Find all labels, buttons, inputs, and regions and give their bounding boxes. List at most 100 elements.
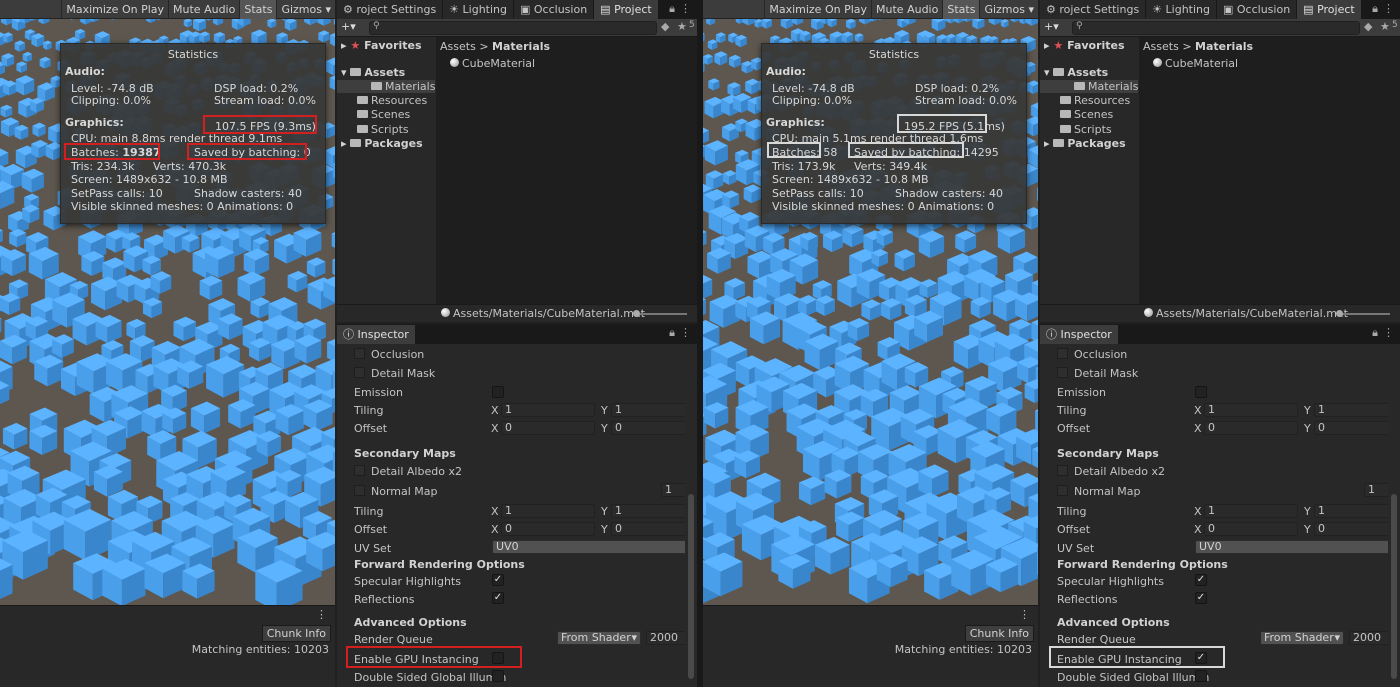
normal-map-slot[interactable]: Normal Map	[1057, 485, 1141, 498]
breadcrumb-assets[interactable]: Assets	[440, 40, 476, 53]
favorites-item[interactable]: ▸ ★ Favorites	[1044, 39, 1125, 52]
tiling-x-field[interactable]: 1	[1204, 403, 1298, 417]
emission-checkbox[interactable]	[492, 386, 504, 398]
uv-set-label: UV Set	[1057, 542, 1095, 555]
folder-item-scenes[interactable]: Scenes	[1060, 108, 1113, 121]
chunk-info-button[interactable]: Chunk Info	[261, 625, 331, 642]
star-icon[interactable]: ★	[677, 20, 687, 33]
maximize-on-play-button[interactable]: Maximize On Play	[764, 0, 871, 19]
double-sided-gi-checkbox[interactable]	[492, 670, 504, 682]
stats-button[interactable]: Stats	[942, 0, 980, 19]
occlusion-slot[interactable]: Occlusion	[1057, 348, 1127, 361]
file-cube-material[interactable]: CubeMaterial	[1153, 57, 1238, 70]
assets-item[interactable]: ▾ Assets	[1044, 66, 1108, 79]
star-icon[interactable]: ★	[1380, 20, 1390, 33]
create-plus-icon[interactable]: +▾	[1044, 20, 1059, 33]
offset-x-field[interactable]: 0	[1204, 421, 1298, 435]
folder-item-resources[interactable]: Resources	[357, 94, 427, 107]
specular-highlights-checkbox[interactable]: ✓	[1195, 574, 1207, 586]
tiling-x-field[interactable]: 1	[501, 504, 595, 518]
inspector-scrollbar[interactable]	[1388, 344, 1400, 687]
kebab-menu-icon[interactable]: ⋮	[1383, 2, 1394, 15]
gizmos-button[interactable]: Gizmos	[276, 0, 335, 19]
icon-size-slider[interactable]	[633, 310, 687, 317]
reflections-checkbox[interactable]: ✓	[492, 592, 504, 604]
scrollbar-thumb[interactable]	[1391, 494, 1397, 679]
lock-icon[interactable]: 🔒︎	[1372, 326, 1378, 340]
detail-mask-slot[interactable]: Detail Mask	[1057, 367, 1138, 380]
kebab-menu-icon[interactable]: ⋮	[1383, 326, 1394, 339]
occlusion-slot[interactable]: Occlusion	[354, 348, 424, 361]
assets-item[interactable]: ▾ Assets	[341, 66, 405, 79]
favorites-item[interactable]: ▸ ★ Favorites	[341, 39, 422, 52]
tab-project-settings[interactable]: ⚙ roject Settings	[1040, 0, 1146, 19]
folder-item-scenes[interactable]: Scenes	[357, 108, 410, 121]
specular-highlights-checkbox[interactable]: ✓	[492, 574, 504, 586]
offset-x-field[interactable]: 0	[1204, 522, 1298, 536]
kebab-menu-icon[interactable]: ⋮	[1019, 608, 1030, 621]
tiling-x-field[interactable]: 1	[501, 403, 595, 417]
lock-icon[interactable]: 🔒︎	[1372, 2, 1378, 16]
detail-albedo-slot[interactable]: Detail Albedo x2	[1057, 465, 1165, 478]
uv-set-dropdown[interactable]: UV0	[1195, 540, 1400, 554]
lock-icon[interactable]: 🔒︎	[669, 2, 675, 16]
file-cube-material[interactable]: CubeMaterial	[450, 57, 535, 70]
normal-map-slot[interactable]: Normal Map	[354, 485, 438, 498]
folder-item-materials[interactable]: Materials	[1040, 80, 1138, 93]
mute-audio-button[interactable]: Mute Audio	[168, 0, 239, 19]
kebab-menu-icon[interactable]: ⋮	[680, 2, 691, 15]
tab-occlusion[interactable]: ▣ Occlusion	[1217, 0, 1297, 19]
folder-item-scripts[interactable]: Scripts	[1060, 123, 1112, 136]
tab-lighting[interactable]: ☀ Lighting	[443, 0, 513, 19]
filter-icon[interactable]: ◆	[661, 20, 669, 33]
chunk-info-button[interactable]: Chunk Info	[964, 625, 1034, 642]
folder-item-scripts[interactable]: Scripts	[357, 123, 409, 136]
uv-set-dropdown[interactable]: UV0	[492, 540, 697, 554]
icon-size-slider[interactable]	[1336, 310, 1390, 317]
filter-icon[interactable]: ◆	[1364, 20, 1372, 33]
mute-audio-button[interactable]: Mute Audio	[871, 0, 942, 19]
tiling-x-field[interactable]: 1	[1204, 504, 1298, 518]
render-queue-mode-dropdown[interactable]: From Shader	[557, 631, 641, 645]
kebab-menu-icon[interactable]: ⋮	[316, 608, 327, 621]
breadcrumb-assets[interactable]: Assets	[1143, 40, 1179, 53]
lock-icon[interactable]: 🔒︎	[669, 326, 675, 340]
scrollbar-thumb[interactable]	[688, 494, 694, 679]
create-plus-icon[interactable]: +▾	[341, 20, 356, 33]
stats-button[interactable]: Stats	[239, 0, 277, 19]
folder-item-resources[interactable]: Resources	[1060, 94, 1130, 107]
gizmos-button[interactable]: Gizmos	[979, 0, 1038, 19]
tab-project-settings[interactable]: ⚙ roject Settings	[337, 0, 443, 19]
tab-lighting[interactable]: ☀ Lighting	[1146, 0, 1216, 19]
tab-inspector[interactable]: ⓘ Inspector	[1040, 325, 1118, 344]
tab-project[interactable]: ▤ Project	[1297, 0, 1361, 19]
breadcrumb-materials[interactable]: Materials	[1195, 40, 1253, 53]
cube	[703, 54, 713, 65]
tab-inspector[interactable]: ⓘ Inspector	[337, 325, 415, 344]
cube	[9, 228, 27, 248]
field-label: Detail Mask	[371, 367, 436, 380]
packages-item[interactable]: ▸ Packages	[1044, 137, 1126, 150]
folder-item-materials[interactable]: Materials	[337, 80, 435, 93]
tab-occlusion[interactable]: ▣ Occlusion	[514, 0, 594, 19]
field-label: Detail Albedo x2	[371, 465, 462, 478]
project-search-input[interactable]	[369, 21, 657, 35]
emission-checkbox[interactable]	[1195, 386, 1207, 398]
inspector-window: ⓘ Inspector 🔒︎ ⋮ Occlusion Detail Mask E…	[337, 324, 697, 687]
project-search-input[interactable]	[1072, 21, 1360, 35]
cube	[0, 334, 28, 365]
packages-item[interactable]: ▸ Packages	[341, 137, 423, 150]
reflections-checkbox[interactable]: ✓	[1195, 592, 1207, 604]
detail-mask-slot[interactable]: Detail Mask	[354, 367, 435, 380]
offset-x-field[interactable]: 0	[501, 522, 595, 536]
cube	[1027, 80, 1038, 95]
tab-project[interactable]: ▤ Project	[594, 0, 658, 19]
render-queue-mode-dropdown[interactable]: From Shader	[1260, 631, 1344, 645]
maximize-on-play-button[interactable]: Maximize On Play	[61, 0, 168, 19]
detail-albedo-slot[interactable]: Detail Albedo x2	[354, 465, 462, 478]
offset-x-field[interactable]: 0	[501, 421, 595, 435]
inspector-scrollbar[interactable]	[685, 344, 697, 687]
double-sided-gi-checkbox[interactable]	[1195, 670, 1207, 682]
kebab-menu-icon[interactable]: ⋮	[680, 326, 691, 339]
breadcrumb-materials[interactable]: Materials	[492, 40, 550, 53]
